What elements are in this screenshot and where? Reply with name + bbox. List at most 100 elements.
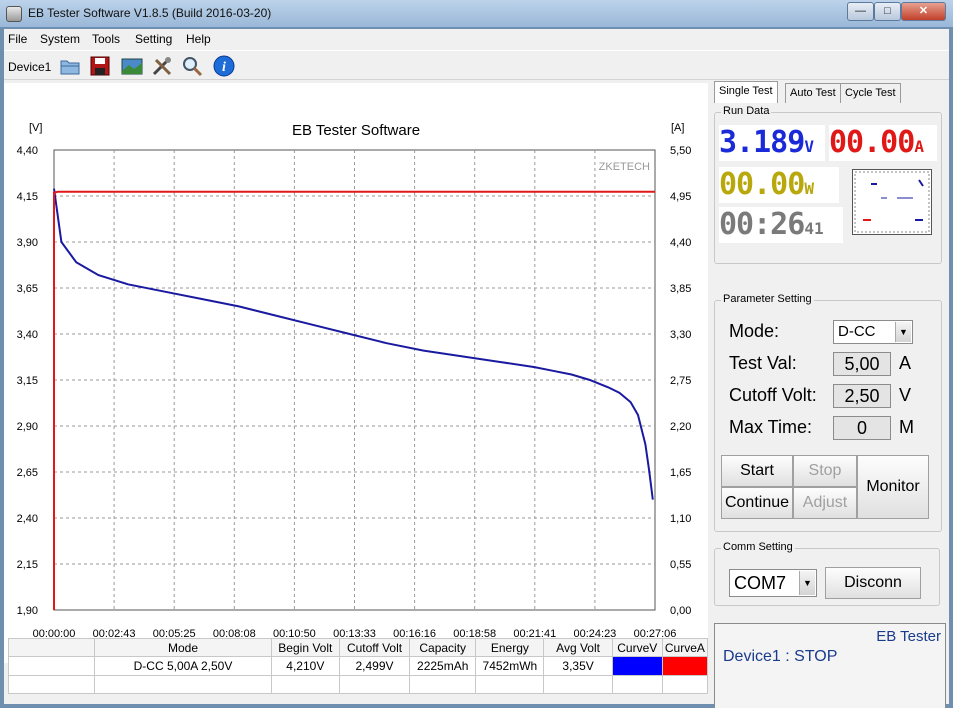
table-cell bbox=[543, 674, 613, 695]
y-right-tick-label: 5,50 bbox=[670, 145, 691, 157]
right-panel: Single Test Auto Test Cycle Test Run Dat… bbox=[710, 81, 949, 708]
results-table: Mode Begin Volt Cutoff Volt Capacity Ene… bbox=[7, 637, 709, 695]
current-display: 00.00A bbox=[829, 125, 937, 161]
device-label: Device1 bbox=[8, 60, 52, 74]
table-cell: 2,499V bbox=[338, 656, 411, 676]
y-right-tick-label: 1,10 bbox=[670, 513, 691, 525]
table-header: CurveA bbox=[661, 637, 709, 658]
y-right-tick-label: 1,65 bbox=[670, 467, 691, 479]
open-folder-icon[interactable] bbox=[58, 54, 82, 78]
power-unit: W bbox=[804, 179, 814, 198]
svg-text:i: i bbox=[222, 60, 226, 75]
table-header bbox=[7, 637, 96, 658]
continue-button[interactable]: Continue bbox=[721, 487, 793, 519]
table-row bbox=[7, 674, 709, 695]
table-cell: 4,210V bbox=[270, 656, 340, 676]
tab-single-test[interactable]: Single Test bbox=[714, 81, 778, 103]
time-seconds: 41 bbox=[804, 219, 824, 238]
maximize-button[interactable]: □ bbox=[874, 2, 901, 21]
voltage-display: 3.189V bbox=[719, 125, 825, 161]
test-val-label: Test Val: bbox=[729, 353, 797, 373]
comm-setting-group: Comm Setting COM7 ▼ Disconn bbox=[714, 541, 940, 606]
status-box: EB Tester Device1 : STOP bbox=[714, 623, 946, 708]
main-window: File System Tools Setting Help Device1 i… bbox=[4, 29, 949, 708]
disconnect-button[interactable]: Disconn bbox=[825, 567, 921, 599]
y-right-tick-label: 3,85 bbox=[670, 283, 691, 295]
status-brand: EB Tester bbox=[876, 628, 941, 645]
y-left-tick-label: 4,15 bbox=[17, 191, 38, 203]
y-left-tick-label: 2,90 bbox=[17, 421, 38, 433]
table-cell bbox=[270, 674, 340, 695]
x-tick-label: 00:05:25 bbox=[153, 628, 196, 638]
menu-help[interactable]: Help bbox=[186, 32, 211, 46]
power-display: 00.00W bbox=[719, 167, 839, 203]
run-data-group: Run Data 3.189V 00.00A 00.00W 00:2641 bbox=[714, 105, 942, 264]
y-left-tick-label: 2,15 bbox=[17, 559, 38, 571]
y-left-tick-label: 2,40 bbox=[17, 513, 38, 525]
menu-setting[interactable]: Setting bbox=[135, 32, 172, 46]
menu-bar: File System Tools Setting Help bbox=[4, 29, 949, 49]
time-value: 00:26 bbox=[719, 207, 805, 242]
y-right-tick-label: 4,40 bbox=[670, 237, 691, 249]
voltage-value: 3.189 bbox=[719, 125, 805, 160]
stop-button[interactable]: Stop bbox=[793, 455, 857, 487]
y-left-unit: [V] bbox=[29, 122, 42, 134]
max-time-unit: M bbox=[899, 417, 914, 437]
tab-auto-test[interactable]: Auto Test bbox=[785, 83, 841, 103]
y-left-tick-label: 3,40 bbox=[17, 329, 38, 341]
x-tick-label: 00:00:00 bbox=[33, 628, 76, 638]
x-tick-label: 00:18:58 bbox=[453, 628, 496, 638]
menu-file[interactable]: File bbox=[8, 32, 27, 46]
cutoff-volt-field[interactable]: 2,50 bbox=[833, 384, 891, 408]
close-button[interactable]: ✕ bbox=[901, 2, 946, 21]
menu-system[interactable]: System bbox=[40, 32, 80, 46]
test-val-field[interactable]: 5,00 bbox=[833, 352, 891, 376]
table-header: CurveV bbox=[611, 637, 663, 658]
table-header: Begin Volt bbox=[270, 637, 340, 658]
parameter-setting-title: Parameter Setting bbox=[721, 293, 814, 305]
adjust-button[interactable]: Adjust bbox=[793, 487, 857, 519]
current-unit: A bbox=[914, 137, 924, 156]
menu-tools[interactable]: Tools bbox=[92, 32, 120, 46]
magnifier-icon[interactable] bbox=[180, 54, 204, 78]
current-value: 00.00 bbox=[829, 125, 915, 160]
cutoff-volt-label: Cutoff Volt: bbox=[729, 385, 817, 405]
com-port-select[interactable]: COM7 ▼ bbox=[729, 569, 817, 597]
curve-v-swatch[interactable] bbox=[611, 656, 663, 676]
info-icon[interactable]: i bbox=[212, 54, 236, 78]
run-data-title: Run Data bbox=[721, 105, 772, 117]
table-cell bbox=[611, 674, 663, 695]
mini-chart bbox=[852, 169, 932, 235]
y-right-unit: [A] bbox=[671, 122, 684, 134]
mode-select[interactable]: D-CC ▼ bbox=[833, 320, 913, 344]
chevron-down-icon[interactable]: ▼ bbox=[895, 322, 911, 342]
x-tick-label: 00:21:41 bbox=[513, 628, 556, 638]
tools-icon[interactable] bbox=[150, 54, 174, 78]
curve-a-swatch[interactable] bbox=[661, 656, 709, 676]
monitor-button[interactable]: Monitor bbox=[857, 455, 929, 519]
chart-area: 4,40 4,15 3,90 3,65 3,40 3,15 2,90 2,65 2,40 2,15… bbox=[4, 83, 708, 663]
tab-cycle-test[interactable]: Cycle Test bbox=[840, 83, 901, 103]
toolbar: Device1 i bbox=[4, 50, 949, 80]
y-right-tick-label: 0,55 bbox=[670, 559, 691, 571]
table-cell: 3,35V bbox=[543, 656, 613, 676]
table-row[interactable]: D-CC 5,00A 2,50V 4,210V 2,499V 2225mAh 7… bbox=[7, 656, 709, 676]
chevron-down-icon[interactable]: ▼ bbox=[799, 571, 815, 595]
table-cell: 2225mAh bbox=[409, 656, 477, 676]
y-left-tick-label: 2,65 bbox=[17, 467, 38, 479]
y-left-tick-label: 3,90 bbox=[17, 237, 38, 249]
x-tick-label: 00:10:50 bbox=[273, 628, 316, 638]
cutoff-volt-unit: V bbox=[899, 385, 912, 405]
chart-watermark: ZKETECH bbox=[599, 161, 650, 173]
y-right-tick-label: 0,00 bbox=[670, 605, 691, 617]
y-right-tick-label: 2,20 bbox=[670, 421, 691, 433]
start-button[interactable]: Start bbox=[721, 455, 793, 487]
minimize-button[interactable]: — bbox=[847, 2, 874, 21]
save-icon[interactable] bbox=[88, 54, 112, 78]
x-tick-label: 00:24:23 bbox=[573, 628, 616, 638]
app-icon bbox=[6, 6, 22, 22]
max-time-field[interactable]: 0 bbox=[833, 416, 891, 440]
picture-icon[interactable] bbox=[120, 54, 144, 78]
table-cell bbox=[94, 674, 272, 695]
x-tick-label: 00:16:16 bbox=[393, 628, 436, 638]
